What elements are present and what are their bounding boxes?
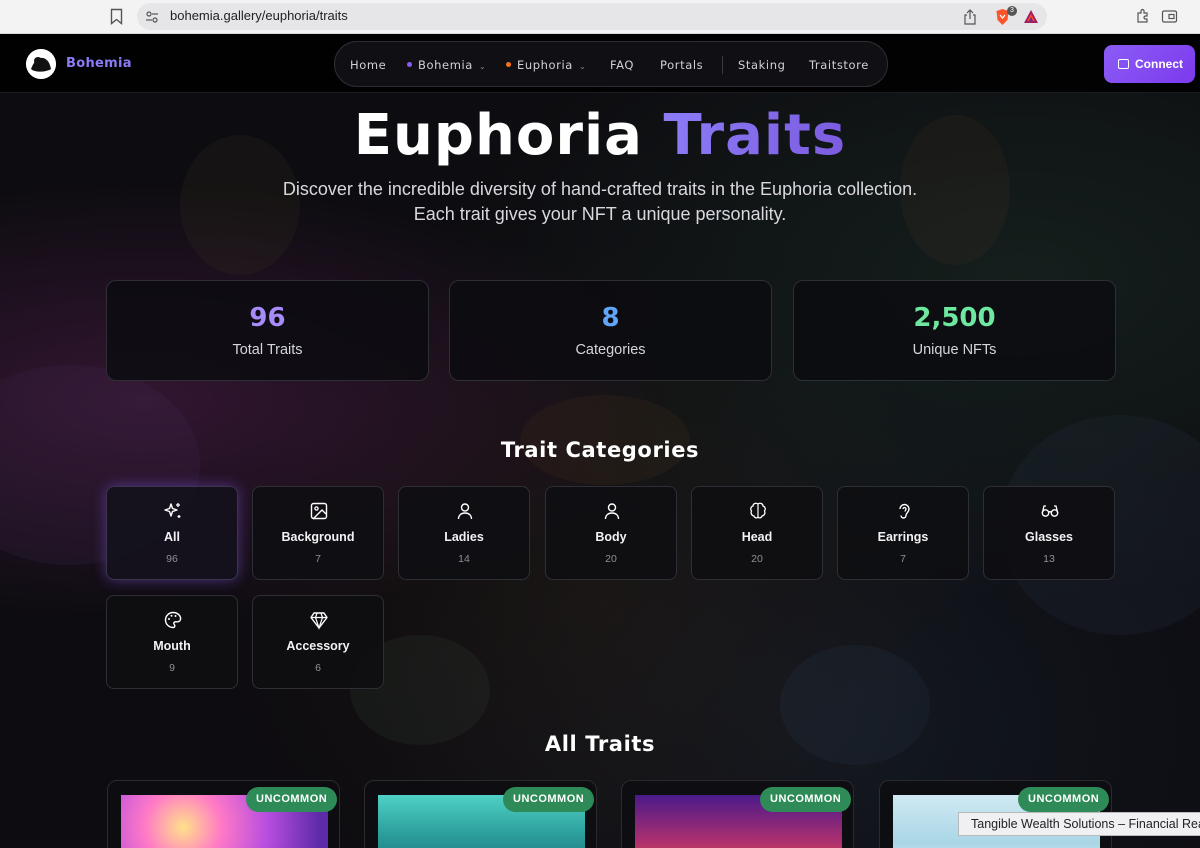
stat-card-total-traits: 96 Total Traits: [106, 280, 429, 381]
nav-staking-label: Staking: [738, 58, 786, 72]
categories-heading: Trait Categories: [500, 438, 700, 462]
connect-button[interactable]: Connect: [1104, 45, 1195, 83]
bohemia-logo[interactable]: [26, 49, 56, 79]
page-subtitle: Discover the incredible diversity of han…: [0, 177, 1200, 227]
stat-value: 96: [249, 303, 286, 333]
image-icon: [310, 502, 328, 520]
category-name: Earrings: [877, 530, 929, 544]
chevron-down-icon: ⌄: [578, 62, 587, 71]
stat-label: Categories: [575, 342, 646, 358]
all-traits-heading: All Traits: [544, 732, 656, 756]
user-icon: [457, 503, 473, 520]
category-name: Ladies: [444, 530, 484, 544]
connect-label: Connect: [1135, 57, 1183, 71]
category-count: 14: [458, 553, 470, 565]
tooltip: Tangible Wealth Solutions – Financial Re…: [958, 812, 1200, 836]
category-name: Mouth: [153, 639, 191, 653]
browser-toolbar: bohemia.gallery/euphoria/traits 3: [0, 0, 1200, 34]
rarity-badge: UNCOMMON: [1018, 787, 1110, 812]
category-count: 20: [751, 553, 763, 565]
nav-staking[interactable]: Staking: [738, 58, 786, 72]
shields-count-badge: 3: [1007, 6, 1017, 16]
main-nav: Home Bohemia ⌄ Euphoria ⌄ FAQ Portals Stak…: [334, 41, 888, 87]
palette-icon: [164, 611, 182, 629]
brain-icon: [750, 502, 766, 519]
stat-label: Total Traits: [232, 342, 303, 358]
category-count: 96: [166, 553, 178, 565]
stat-value: 2,500: [913, 303, 996, 333]
category-name: All: [164, 530, 180, 544]
category-count: 9: [169, 662, 175, 674]
status-dot: [506, 62, 511, 67]
stat-label: Unique NFTs: [912, 342, 997, 358]
nav-traitstore[interactable]: Traitstore: [809, 58, 869, 72]
nav-faq[interactable]: FAQ: [610, 58, 634, 72]
category-name: Body: [595, 530, 627, 544]
glasses-icon: [1041, 505, 1059, 517]
stat-value: 8: [601, 303, 620, 333]
nav-bohemia-label: Bohemia: [418, 58, 473, 72]
nav-bohemia[interactable]: Bohemia ⌄: [407, 58, 486, 72]
user-icon: [604, 503, 620, 520]
nav-traitstore-label: Traitstore: [809, 58, 869, 72]
category-head[interactable]: Head 20: [691, 486, 823, 580]
page-title: Euphoria Traits: [0, 103, 1200, 168]
category-ladies[interactable]: Ladies 14: [398, 486, 530, 580]
nav-home[interactable]: Home: [350, 58, 386, 72]
stat-card-unique-nfts: 2,500 Unique NFTs: [793, 280, 1116, 381]
gem-icon: [310, 612, 328, 630]
subtitle-line-1: Discover the incredible diversity of han…: [282, 179, 918, 199]
chevron-down-icon: ⌄: [478, 62, 487, 71]
sparkles-icon: [164, 503, 181, 518]
title-main: Euphoria: [353, 103, 643, 168]
site-settings-icon[interactable]: [145, 10, 159, 24]
category-count: 7: [900, 553, 906, 565]
category-name: Head: [741, 530, 773, 544]
category-name: Glasses: [1025, 530, 1073, 544]
category-body[interactable]: Body 20: [545, 486, 677, 580]
share-icon[interactable]: [963, 9, 977, 25]
subtitle-line-2: Each trait gives your NFT a unique perso…: [413, 204, 787, 224]
category-mouth[interactable]: Mouth 9: [106, 595, 238, 689]
category-name: Background: [281, 530, 355, 544]
address-bar[interactable]: bohemia.gallery/euphoria/traits 3: [137, 3, 1047, 30]
extensions-icon[interactable]: [1135, 8, 1152, 25]
category-accessory[interactable]: Accessory 6: [252, 595, 384, 689]
rarity-badge: UNCOMMON: [503, 787, 595, 812]
page: Bohemia Home Bohemia ⌄ Euphoria ⌄ FAQ Port…: [0, 35, 1200, 848]
title-accent: Traits: [663, 103, 847, 168]
ear-icon: [899, 503, 910, 519]
category-all[interactable]: All 96: [106, 486, 238, 580]
nav-euphoria[interactable]: Euphoria ⌄: [506, 58, 586, 72]
category-name: Accessory: [286, 639, 350, 653]
wallet-icon: [1118, 59, 1129, 69]
rarity-badge: UNCOMMON: [760, 787, 852, 812]
nav-portals-label: Portals: [660, 58, 704, 72]
brave-rewards-icon[interactable]: [1023, 9, 1039, 24]
url-text[interactable]: bohemia.gallery/euphoria/traits: [170, 8, 348, 23]
category-count: 6: [315, 662, 321, 674]
nav-euphoria-label: Euphoria: [517, 58, 573, 72]
category-count: 7: [315, 553, 321, 565]
nav-portals[interactable]: Portals: [660, 58, 703, 72]
site-header: Bohemia Home Bohemia ⌄ Euphoria ⌄ FAQ Port…: [0, 35, 1200, 93]
brand-name[interactable]: Bohemia: [66, 56, 132, 71]
category-earrings[interactable]: Earrings 7: [837, 486, 969, 580]
category-glasses[interactable]: Glasses 13: [983, 486, 1115, 580]
rarity-badge: UNCOMMON: [246, 787, 338, 812]
category-count: 20: [605, 553, 617, 565]
nav-divider: [722, 56, 723, 74]
stat-card-categories: 8 Categories: [449, 280, 772, 381]
wallet-icon[interactable]: [1161, 8, 1178, 25]
nav-home-label: Home: [350, 58, 387, 72]
category-count: 13: [1043, 553, 1055, 565]
bookmark-icon[interactable]: [110, 8, 123, 25]
category-background[interactable]: Background 7: [252, 486, 384, 580]
nav-faq-label: FAQ: [610, 58, 635, 72]
status-dot: [407, 62, 412, 67]
